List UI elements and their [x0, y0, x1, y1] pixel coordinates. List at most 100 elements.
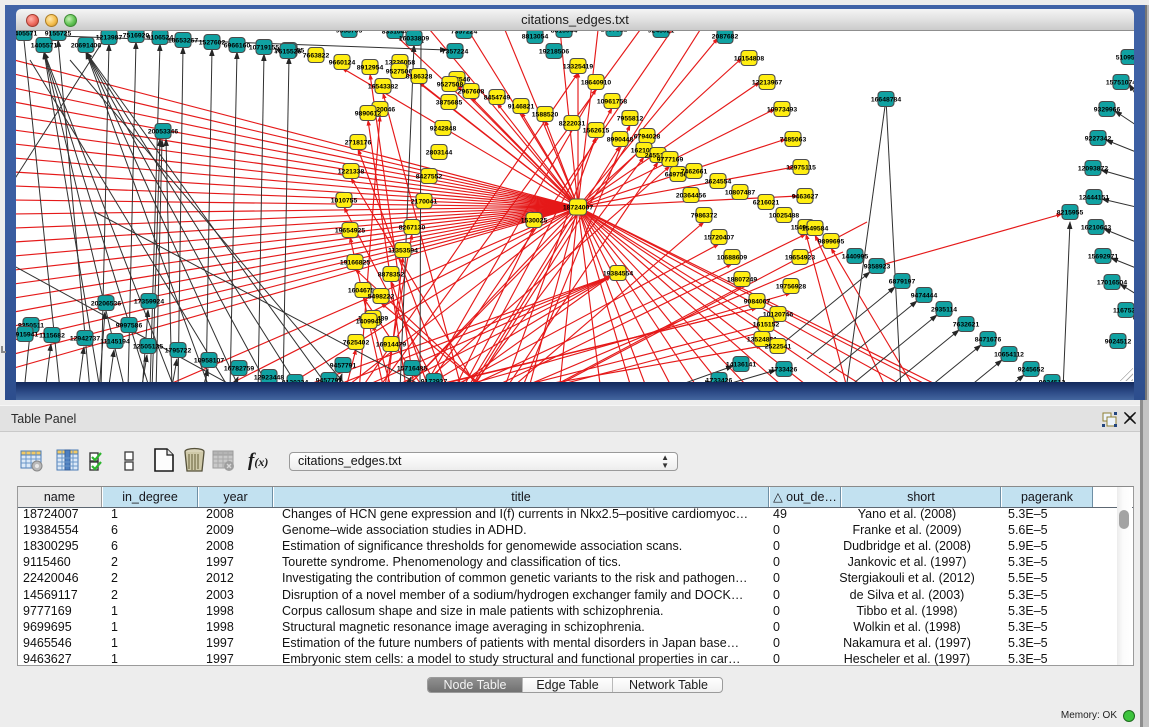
svg-text:10961758: 10961758	[597, 98, 627, 105]
svg-text:16914479: 16914479	[376, 341, 406, 348]
svg-text:8454749: 8454749	[484, 94, 511, 101]
svg-text:2803144: 2803144	[426, 149, 453, 156]
svg-text:9146821: 9146821	[508, 103, 535, 110]
svg-text:1115682: 1115682	[39, 332, 65, 339]
svg-text:1527602: 1527602	[199, 39, 226, 46]
svg-text:9024512: 9024512	[1105, 338, 1132, 345]
svg-text:8990448: 8990448	[607, 136, 634, 143]
svg-text:2087682: 2087682	[712, 33, 739, 40]
svg-text:19384554: 19384554	[603, 270, 633, 277]
svg-text:9527508: 9527508	[437, 81, 464, 88]
svg-text:9660124: 9660124	[329, 59, 356, 66]
svg-text:2935114: 2935114	[931, 306, 957, 313]
svg-text:7515526: 7515526	[275, 48, 302, 55]
svg-text:7625402: 7625402	[343, 339, 370, 346]
svg-text:19654925: 19654925	[335, 227, 365, 234]
svg-text:7462661: 7462661	[681, 168, 708, 175]
svg-text:7485063: 7485063	[780, 136, 807, 143]
svg-text:7632621: 7632621	[953, 321, 980, 328]
svg-text:7663822: 7663822	[303, 52, 330, 59]
svg-text:10654112: 10654112	[994, 351, 1024, 358]
svg-text:20691406: 20691406	[71, 42, 101, 49]
svg-text:9155725: 9155725	[45, 31, 72, 37]
svg-text:11145194: 11145194	[100, 338, 130, 345]
svg-text:1409948: 1409948	[356, 318, 383, 325]
svg-text:9463627: 9463627	[792, 193, 819, 200]
svg-text:1549584: 1549584	[802, 225, 829, 232]
svg-text:9457791: 9457791	[316, 377, 343, 382]
svg-text:1405571: 1405571	[16, 31, 37, 37]
svg-text:12923448: 12923448	[254, 374, 284, 381]
svg-text:8222031: 8222031	[559, 120, 586, 127]
svg-text:18640910: 18640910	[581, 79, 611, 86]
svg-text:8613044: 8613044	[551, 31, 578, 34]
svg-text:1213987: 1213987	[96, 34, 123, 41]
svg-text:7357224: 7357224	[442, 48, 469, 55]
svg-text:6879197: 6879197	[889, 278, 916, 285]
svg-text:9227342: 9227342	[1085, 135, 1112, 142]
svg-text:1795722: 1795722	[165, 347, 192, 354]
svg-text:1221338: 1221338	[338, 168, 365, 175]
svg-text:16033809: 16033809	[399, 35, 429, 42]
svg-text:7516920: 7516920	[123, 32, 150, 39]
svg-text:9024512: 9024512	[1039, 379, 1066, 382]
svg-text:1010755: 1010755	[331, 197, 358, 204]
svg-text:3624554: 3624554	[705, 178, 732, 185]
svg-text:12444151: 12444151	[1079, 194, 1109, 201]
svg-text:1530025: 1530025	[521, 217, 548, 224]
svg-text:5498222: 5498222	[368, 293, 395, 300]
svg-text:9457791: 9457791	[330, 362, 357, 369]
svg-text:1588520: 1588520	[532, 111, 559, 118]
svg-text:11353594: 11353594	[388, 247, 418, 254]
svg-text:12213967: 12213967	[752, 79, 782, 86]
svg-text:6794028: 6794028	[634, 133, 661, 140]
svg-text:2718176: 2718176	[345, 139, 372, 146]
svg-text:18807249: 18807249	[727, 276, 757, 283]
svg-text:9084067: 9084067	[744, 298, 771, 305]
svg-text:12942737: 12942737	[70, 335, 100, 342]
svg-text:10653267: 10653267	[168, 37, 198, 44]
svg-text:19654923: 19654923	[785, 254, 815, 261]
svg-text:8813054: 8813054	[522, 33, 549, 40]
svg-text:20364456: 20364456	[676, 192, 706, 199]
svg-text:10688609: 10688609	[717, 254, 747, 261]
svg-text:10025488: 10025488	[769, 212, 799, 219]
svg-text:7357224: 7357224	[451, 31, 478, 35]
svg-text:9245021: 9245021	[648, 31, 675, 34]
svg-text:1167533: 1167533	[1113, 307, 1134, 314]
svg-text:15751074: 15751074	[1106, 79, 1134, 86]
svg-text:9474444: 9474444	[911, 292, 938, 299]
svg-text:15720407: 15720407	[704, 234, 734, 241]
svg-text:15716485: 15716485	[397, 365, 427, 372]
svg-text:8130334: 8130334	[282, 379, 309, 382]
svg-text:1733426: 1733426	[771, 366, 798, 373]
svg-text:12975115: 12975115	[786, 164, 816, 171]
svg-text:16210643: 16210643	[1081, 224, 1111, 231]
svg-text:1562615: 1562615	[583, 127, 610, 134]
svg-text:8427552: 8427552	[416, 173, 443, 180]
svg-text:13325419: 13325419	[563, 63, 593, 70]
svg-text:9997586: 9997586	[116, 322, 143, 329]
svg-text:1615152: 1615152	[753, 321, 780, 328]
svg-text:8267130: 8267130	[399, 224, 426, 231]
svg-text:20206536: 20206536	[91, 300, 121, 307]
svg-text:9338705: 9338705	[336, 31, 363, 34]
svg-text:17016504: 17016504	[1097, 279, 1127, 286]
svg-text:2522541: 2522541	[765, 343, 792, 350]
svg-text:6216021: 6216021	[753, 199, 780, 206]
svg-text:9172937: 9172937	[421, 378, 448, 382]
svg-text:19218506: 19218506	[539, 48, 569, 55]
svg-text:3915941: 3915941	[16, 331, 38, 338]
svg-text:9358923: 9358923	[864, 263, 891, 270]
svg-text:9245652: 9245652	[1018, 366, 1045, 373]
svg-text:8912954: 8912954	[357, 64, 384, 71]
svg-text:8471676: 8471676	[975, 336, 1002, 343]
svg-text:16782759: 16782759	[224, 365, 254, 372]
svg-text:9242848: 9242848	[430, 125, 457, 132]
svg-text:8878352: 8878352	[378, 271, 405, 278]
svg-text:16543382: 16543382	[368, 83, 398, 90]
svg-text:9890612: 9890612	[355, 110, 382, 117]
svg-text:9899695: 9899695	[818, 238, 845, 245]
svg-text:1405571: 1405571	[31, 42, 58, 49]
svg-text:3875685: 3875685	[436, 99, 463, 106]
